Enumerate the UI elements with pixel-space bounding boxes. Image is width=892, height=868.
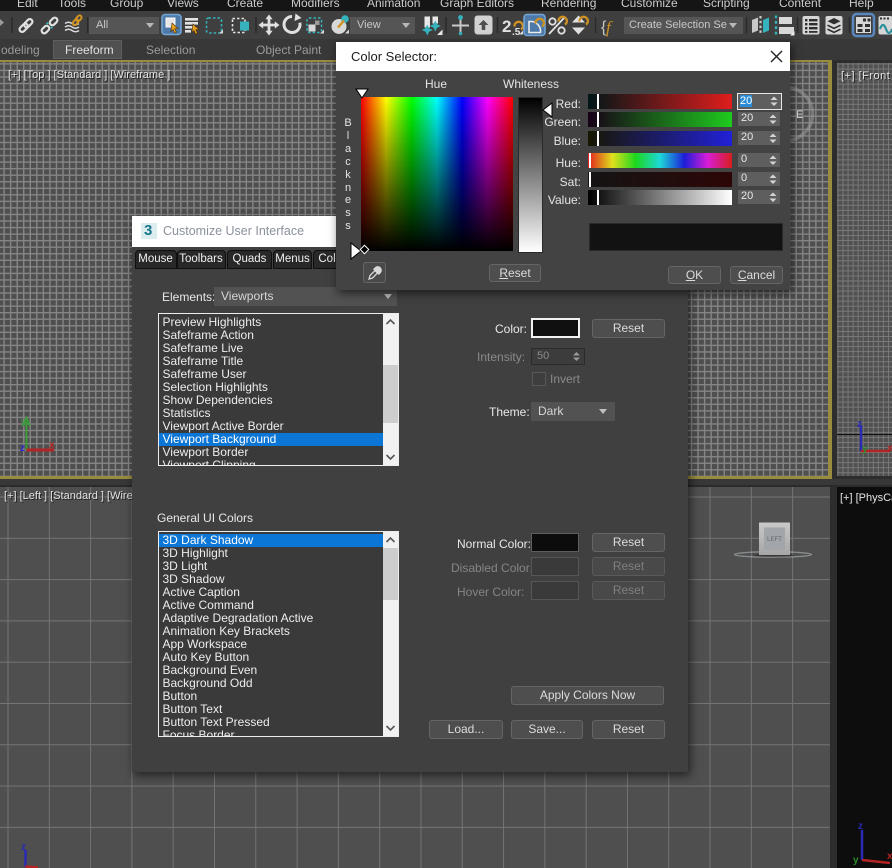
svg-text:y: y [862,444,868,455]
svg-text:E: E [796,109,803,121]
svg-text:y: y [853,855,859,865]
svg-text:z: z [857,419,862,430]
svg-text:LEFT: LEFT [767,537,782,543]
svg-text:z: z [21,842,26,853]
svg-text:x: x [49,440,55,451]
svg-text:f: f [606,18,613,37]
svg-text:x: x [887,851,892,862]
svg-text:.5: .5 [512,27,521,38]
svg-text:x: x [887,443,892,454]
svg-text:z: z [20,443,25,454]
svg-text:2: 2 [502,17,511,36]
svg-text:z: z [858,821,863,832]
svg-text:y: y [21,416,26,426]
